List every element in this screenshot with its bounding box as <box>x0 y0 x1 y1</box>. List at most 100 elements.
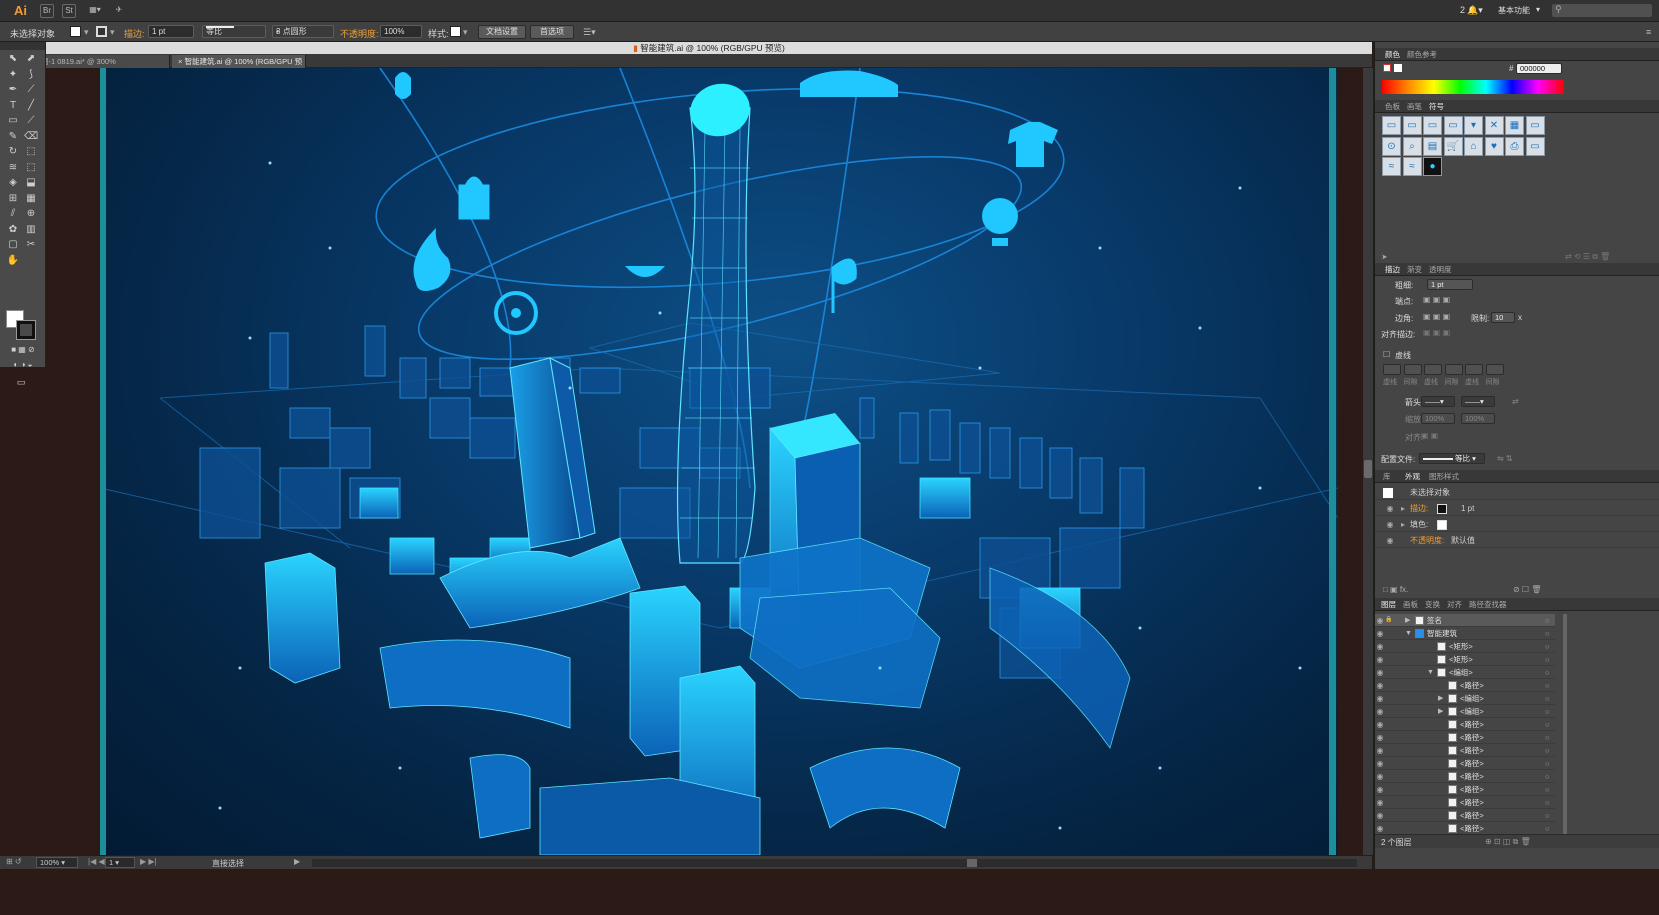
tab-align[interactable]: 对齐 <box>1447 599 1462 610</box>
pencil-icon[interactable]: ⟋ <box>24 114 38 128</box>
screen-mode-icon[interactable]: ▭ <box>14 375 28 389</box>
scale-start-field[interactable]: 100% <box>1421 413 1455 424</box>
appearance-delete-icons[interactable]: ⊘ ☐ 🗑 <box>1513 585 1541 594</box>
layer-row[interactable]: ◉ <路径> ○ <box>1375 770 1555 783</box>
swap-arrows-icon[interactable]: ⇄ <box>1512 397 1519 406</box>
appearance-opacity-row[interactable]: ◉ 不透明度: 默认值 <box>1375 533 1659 548</box>
slice-icon[interactable]: ▢ <box>6 238 20 252</box>
layer-row[interactable]: ◉ <矩形> ○ <box>1375 640 1555 653</box>
target-icon[interactable]: ○ <box>1545 718 1550 731</box>
corner-style-icons[interactable]: ▣ ▣ ▣ <box>1423 312 1450 321</box>
selection-tool-icon[interactable]: ⬉ <box>6 52 20 66</box>
symbol-heart[interactable]: ♥ <box>1484 136 1504 156</box>
color-none-swatch[interactable] <box>1383 64 1391 72</box>
zoom-icon[interactable]: ✋ <box>6 254 20 268</box>
shape-builder-icon[interactable]: ⬚ <box>24 161 38 175</box>
eyedropper-icon[interactable]: ▦ <box>24 192 38 206</box>
layer-row[interactable]: ◉ ▶ <编组> ○ <box>1375 692 1555 705</box>
eye-icon[interactable]: ◉ <box>1375 692 1385 705</box>
arrange-documents-icon[interactable]: ▦▾ <box>86 4 104 18</box>
symbol-actions-icons[interactable]: ⇄ ⟲ ☰ ⧉ 🗑 <box>1565 252 1610 262</box>
layer-row[interactable]: ◉ 🔒 ▶ 签名 ○ <box>1375 614 1555 627</box>
color-mode-icons[interactable]: ■ ▦ ⊘ <box>5 343 41 357</box>
appearance-fill-row[interactable]: ◉ ▸ 填色: <box>1375 517 1659 532</box>
target-icon[interactable]: ○ <box>1545 627 1550 640</box>
tab-symbols[interactable]: 符号 <box>1429 101 1444 112</box>
profile-select[interactable]: 等比 ▾ <box>1419 453 1485 464</box>
symbol-dot[interactable]: ● <box>1423 157 1442 176</box>
appearance-stroke-row[interactable]: ◉ ▸ 描边: 1 pt <box>1375 501 1659 516</box>
hand-icon[interactable]: ✂ <box>24 238 38 252</box>
tab-stroke[interactable]: 描边 <box>1385 264 1400 275</box>
eye-icon[interactable]: ◉ <box>1375 809 1385 822</box>
magic-wand-icon[interactable]: ✦ <box>6 68 20 82</box>
direct-selection-icon[interactable]: ⬈ <box>24 52 38 66</box>
layer-row[interactable]: ◉ ▼ 智能建筑 ○ <box>1375 627 1555 640</box>
tab-transform[interactable]: 变换 <box>1425 599 1440 610</box>
bridge-button[interactable]: Br <box>40 4 54 18</box>
symbol-sprayer-icon[interactable]: ⊕ <box>24 207 38 221</box>
dash-field[interactable] <box>1465 364 1483 375</box>
tab-pathfinder[interactable]: 路径查找器 <box>1469 599 1507 610</box>
artboard-canvas[interactable] <box>100 68 1338 855</box>
tab-transparency[interactable]: 透明度 <box>1429 264 1452 275</box>
eye-icon[interactable]: ◉ <box>1375 796 1385 809</box>
preferences-button[interactable]: 首选项 <box>530 25 574 39</box>
column-graph-icon[interactable]: ✿ <box>6 223 20 237</box>
status-menu-icon[interactable]: ▶ <box>294 857 300 866</box>
layer-row[interactable]: ◉ <路径> ○ <box>1375 718 1555 731</box>
symbol-banner[interactable]: ▭ <box>1382 116 1401 135</box>
dash-field[interactable] <box>1485 364 1504 375</box>
symbol-grass[interactable]: ≈ <box>1402 157 1422 176</box>
cap-style-icons[interactable]: ▣ ▣ ▣ <box>1423 295 1450 304</box>
perspective-icon[interactable]: ◈ <box>6 176 20 190</box>
tab-color-guide[interactable]: 颜色参考 <box>1407 49 1437 60</box>
symbol-panel[interactable]: ▭ <box>1525 116 1545 135</box>
target-icon[interactable]: ○ <box>1545 770 1550 783</box>
symbol-close[interactable]: ✕ <box>1484 116 1504 135</box>
fill-dropdown-icon[interactable]: ▾ <box>84 27 89 38</box>
eye-icon[interactable]: ◉ <box>1375 679 1385 692</box>
style-swatch[interactable] <box>450 26 461 37</box>
layer-row[interactable]: ◉ <路径> ○ <box>1375 796 1555 809</box>
eye-icon[interactable]: ◉ <box>1375 705 1385 718</box>
chevron-right-icon[interactable]: ▶ <box>1438 705 1443 718</box>
document-setup-button[interactable]: 文档设置 <box>478 25 526 39</box>
arrow-align-icons[interactable]: ▣ ▣ <box>1421 431 1438 440</box>
draw-mode-icons[interactable]: ◐ ◑ ◒ <box>5 358 41 372</box>
chevron-down-icon[interactable]: ▼ <box>1405 627 1412 640</box>
panel-menu-icon[interactable]: ≡ <box>1646 27 1651 37</box>
eye-icon[interactable]: ◉ <box>1375 783 1385 796</box>
lasso-icon[interactable]: ⟆ <box>24 68 38 82</box>
symbol-cart[interactable]: 🛒 <box>1443 136 1463 156</box>
line-icon[interactable]: T <box>6 99 20 113</box>
tab-artboards[interactable]: 画板 <box>1403 599 1418 610</box>
arrowhead-end-select[interactable]: ——▾ <box>1461 396 1495 407</box>
artboard-next-icon[interactable]: ▶ ▶| <box>140 857 157 866</box>
eye-icon[interactable]: ◉ <box>1375 744 1385 757</box>
dash-field[interactable] <box>1403 364 1422 375</box>
layer-row[interactable]: ◉ <路径> ○ <box>1375 679 1555 692</box>
target-icon[interactable]: ○ <box>1545 731 1550 744</box>
lock-icon[interactable]: 🔒 <box>1385 614 1392 627</box>
target-icon[interactable]: ○ <box>1545 614 1550 627</box>
bell-icon[interactable]: 🔔▾ <box>1467 5 1483 16</box>
tab-appearance[interactable]: 外观 <box>1405 471 1420 482</box>
symbol-home[interactable]: ⌂ <box>1464 136 1483 156</box>
gpu-rocket-icon[interactable]: ✈ <box>112 4 126 18</box>
eye-icon[interactable]: ◉ <box>1385 517 1395 532</box>
target-icon[interactable]: ○ <box>1545 666 1550 679</box>
layer-row[interactable]: ◉ <路径> ○ <box>1375 783 1555 796</box>
layer-row[interactable]: ◉ <路径> ○ <box>1375 809 1555 822</box>
artboard-prev-icon[interactable]: |◀ ◀ <box>88 857 105 866</box>
layer-row[interactable]: ◉ ▼ <编组> ○ <box>1375 666 1555 679</box>
eye-icon[interactable]: ◉ <box>1375 614 1385 627</box>
tab-graphic-styles[interactable]: 图形样式 <box>1429 471 1459 482</box>
search-input[interactable]: ⚲ <box>1552 4 1652 17</box>
dash-field[interactable] <box>1383 364 1401 375</box>
chevron-right-icon[interactable]: ▶ <box>1438 692 1443 705</box>
brush-icon[interactable]: ▭ <box>6 114 20 128</box>
target-icon[interactable]: ○ <box>1545 692 1550 705</box>
warp-icon[interactable]: ⬚ <box>24 145 38 159</box>
target-icon[interactable]: ○ <box>1545 744 1550 757</box>
